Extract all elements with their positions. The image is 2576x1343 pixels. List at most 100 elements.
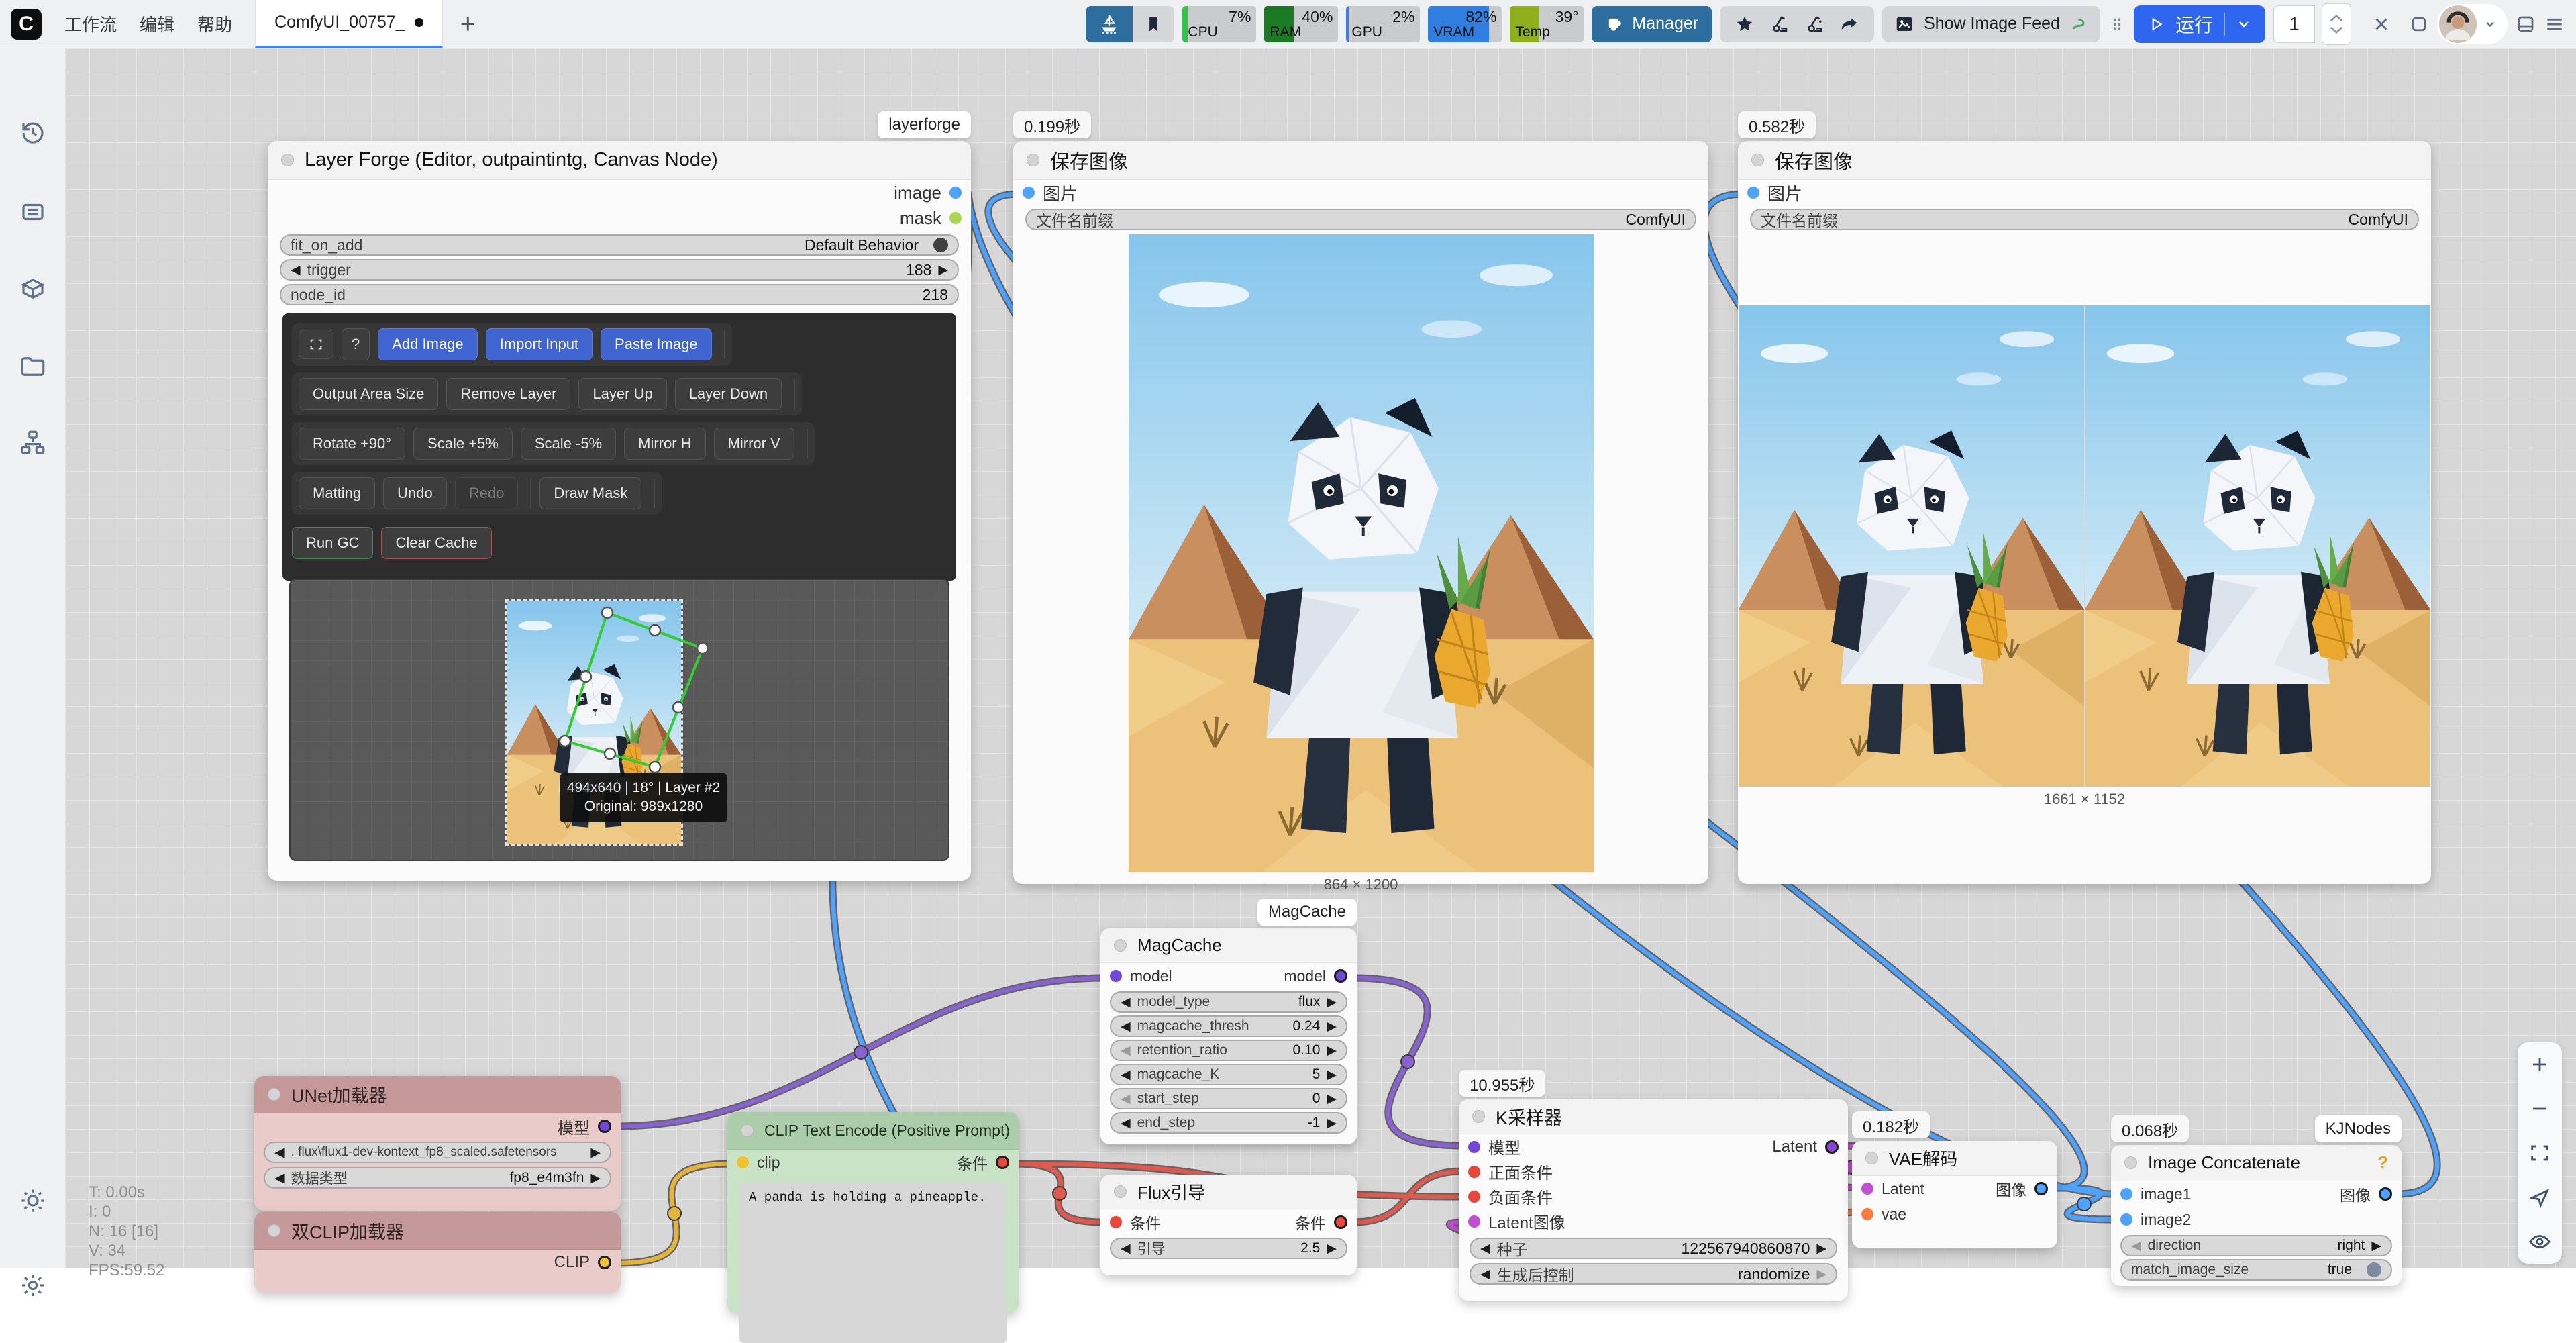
node-image-concatenate[interactable]: 0.068秒 KJNodes Image Concatenate ? image… (2111, 1115, 2402, 1286)
widget-node-id[interactable]: node_id 218 (280, 284, 959, 305)
node-header[interactable]: 保存图像 (1738, 141, 2431, 180)
bottom-panel-toggle[interactable] (2516, 14, 2536, 34)
stepper-left-icon[interactable]: ◀ (2131, 1240, 2141, 1252)
image-slot-dot[interactable] (2379, 1187, 2392, 1201)
matting-button[interactable]: Matting (299, 477, 376, 509)
stepper-left-icon[interactable]: ◀ (1121, 1093, 1131, 1105)
model-slot-dot[interactable] (1468, 1140, 1480, 1153)
collapse-dot[interactable] (741, 1124, 754, 1137)
pan-mode-button[interactable] (2528, 1186, 2551, 1209)
model-slot-dot[interactable] (1334, 969, 1347, 983)
node-header[interactable]: MagCache (1100, 928, 1357, 963)
widget-end-step[interactable]: ◀ end_step -1 ▶ (1110, 1112, 1347, 1134)
sidebar-item-node-map[interactable] (19, 428, 47, 456)
user-account-menu[interactable] (2437, 3, 2508, 44)
stepper-left-icon[interactable]: ◀ (1121, 1242, 1131, 1255)
rotate-90-button[interactable]: Rotate +90° (299, 428, 406, 460)
collapse-dot[interactable] (1472, 1110, 1485, 1123)
sailboat-theme-button[interactable] (1086, 5, 1133, 42)
sidebar-item-workflows[interactable] (19, 352, 47, 381)
share-icon[interactable] (1839, 14, 1859, 34)
collapse-dot[interactable] (1027, 154, 1039, 166)
clear-cache-vacuum-icon[interactable] (1804, 14, 1824, 34)
stepper-left-icon[interactable]: ◀ (1121, 1044, 1131, 1057)
node-header[interactable]: Layer Forge (Editor, outpaintintg, Canva… (268, 141, 971, 180)
conditioning-slot-dot[interactable] (1110, 1216, 1122, 1228)
toggle-dot[interactable] (2367, 1262, 2381, 1277)
image-slot-dot[interactable] (2120, 1213, 2132, 1226)
widget-seed[interactable]: ◀ 种子 122567940860870 ▶ (1470, 1238, 1837, 1259)
settings-button[interactable] (19, 1271, 47, 1299)
stepper-left-icon[interactable]: ◀ (291, 264, 301, 277)
widget-match-image-size[interactable]: match_image_size true (2120, 1259, 2392, 1281)
widget-guidance[interactable]: ◀ 引导 2.5 ▶ (1110, 1238, 1347, 1259)
layer-down-button[interactable]: Layer Down (674, 378, 782, 410)
stepper-right-icon[interactable]: ▶ (938, 264, 948, 277)
chevron-down-icon[interactable] (2330, 26, 2343, 34)
fullscreen-button[interactable] (299, 330, 333, 359)
collapse-dot[interactable] (1114, 1185, 1127, 1198)
model-slot-dot[interactable] (1110, 970, 1122, 982)
node-header[interactable]: K采样器 (1459, 1099, 1848, 1134)
collapse-dot[interactable] (268, 1088, 280, 1101)
widget-magcache-k[interactable]: ◀ magcache_K 5 ▶ (1110, 1064, 1347, 1085)
node-flux-guidance[interactable]: Flux引导 条件 条件 ◀ 引导 2.5 ▶ (1100, 1175, 1357, 1275)
node-ksampler[interactable]: 10.955秒 K采样器 模型 Latent 正面条件 负面条件 Latent图… (1459, 1070, 1848, 1301)
vae-slot-dot[interactable] (1861, 1208, 1873, 1220)
star-icon[interactable] (1735, 14, 1755, 34)
stepper-right-icon[interactable]: ▶ (1816, 1268, 1826, 1281)
batch-count-input[interactable]: 1 (2273, 5, 2315, 43)
collapse-dot[interactable] (1865, 1152, 1878, 1164)
stepper-right-icon[interactable]: ▶ (590, 1146, 601, 1159)
sidebar-item-node-library[interactable] (19, 275, 47, 303)
stepper-right-icon[interactable]: ▶ (1816, 1242, 1826, 1255)
mirror-h-button[interactable]: Mirror H (624, 428, 706, 460)
node-header[interactable]: CLIP Text Encode (Positive Prompt) (727, 1112, 1019, 1150)
free-memory-vacuum-icon[interactable] (1769, 14, 1790, 34)
workflow-tab[interactable]: ComfyUI_00757_ (255, 0, 443, 48)
help-button[interactable]: ? (342, 328, 370, 360)
latent-slot-dot[interactable] (1468, 1215, 1480, 1228)
collapse-dot[interactable] (1114, 939, 1127, 952)
conditioning-slot-dot[interactable] (1468, 1190, 1480, 1203)
close-workflow-button[interactable] (2371, 14, 2391, 34)
widget-weight-dtype[interactable]: ◀ 数据类型 fp8_e4m3fn ▶ (264, 1167, 611, 1189)
show-image-feed-button[interactable]: Show Image Feed (1882, 5, 2100, 42)
output-area-size-button[interactable]: Output Area Size (299, 378, 439, 410)
stepper-left-icon[interactable]: ◀ (1121, 1020, 1131, 1033)
widget-trigger[interactable]: ◀ trigger 188 ▶ (280, 259, 959, 281)
layerforge-canvas-preview[interactable]: 494x640 | 18° | Layer #2 Original: 989x1… (289, 579, 949, 861)
widget-retention-ratio[interactable]: ◀ retention_ratio 0.10 ▶ (1110, 1040, 1347, 1061)
node-header[interactable]: VAE解码 (1852, 1141, 2057, 1176)
clip-slot-dot[interactable] (598, 1256, 611, 1269)
model-slot-dot[interactable] (598, 1120, 611, 1133)
stepper-left-icon[interactable]: ◀ (1480, 1242, 1490, 1255)
node-help-icon[interactable]: ? (2377, 1152, 2388, 1173)
stepper-right-icon[interactable]: ▶ (1327, 1020, 1337, 1033)
node-header[interactable]: Flux引导 (1100, 1175, 1357, 1209)
run-gc-button[interactable]: Run GC (292, 527, 374, 559)
image-slot-dot[interactable] (1023, 187, 1035, 199)
stepper-right-icon[interactable]: ▶ (1327, 996, 1337, 1009)
node-dualclip-loader[interactable]: 双CLIP加载器 CLIP (254, 1212, 621, 1293)
stepper-left-icon[interactable]: ◀ (1121, 996, 1131, 1009)
undo-button[interactable]: Undo (383, 477, 447, 509)
node-header[interactable]: 双CLIP加载器 (254, 1212, 621, 1250)
layer-up-button[interactable]: Layer Up (578, 378, 667, 410)
node-layer-forge[interactable]: layerforge Layer Forge (Editor, outpaint… (268, 111, 971, 881)
stepper-right-icon[interactable]: ▶ (2371, 1240, 2381, 1252)
collapse-dot[interactable] (2124, 1156, 2137, 1169)
collapse-dot[interactable] (281, 154, 294, 166)
toolbar-drag-handle[interactable] (2108, 13, 2126, 36)
conditioning-slot-dot[interactable] (996, 1156, 1009, 1169)
node-vae-decode[interactable]: 0.182秒 VAE解码 Latent 图像 vae (1852, 1111, 2057, 1248)
widget-unet-name[interactable]: ◀ . flux\flux1-dev-kontext_fp8_scaled.sa… (264, 1142, 611, 1163)
node-save-image-2[interactable]: 0.582秒 保存图像 图片 文件名前缀 ComfyUI 1661 × 1152 (1738, 111, 2431, 884)
widget-model-type[interactable]: ◀ model_type flux ▶ (1110, 991, 1347, 1013)
clip-slot-dot[interactable] (737, 1156, 749, 1168)
maximize-button[interactable] (2409, 14, 2429, 34)
stepper-left-icon[interactable]: ◀ (1121, 1068, 1131, 1081)
bookmark-button[interactable] (1133, 5, 1175, 42)
menu-edit[interactable]: 编辑 (140, 11, 174, 36)
manager-button[interactable]: Manager (1592, 5, 1712, 42)
